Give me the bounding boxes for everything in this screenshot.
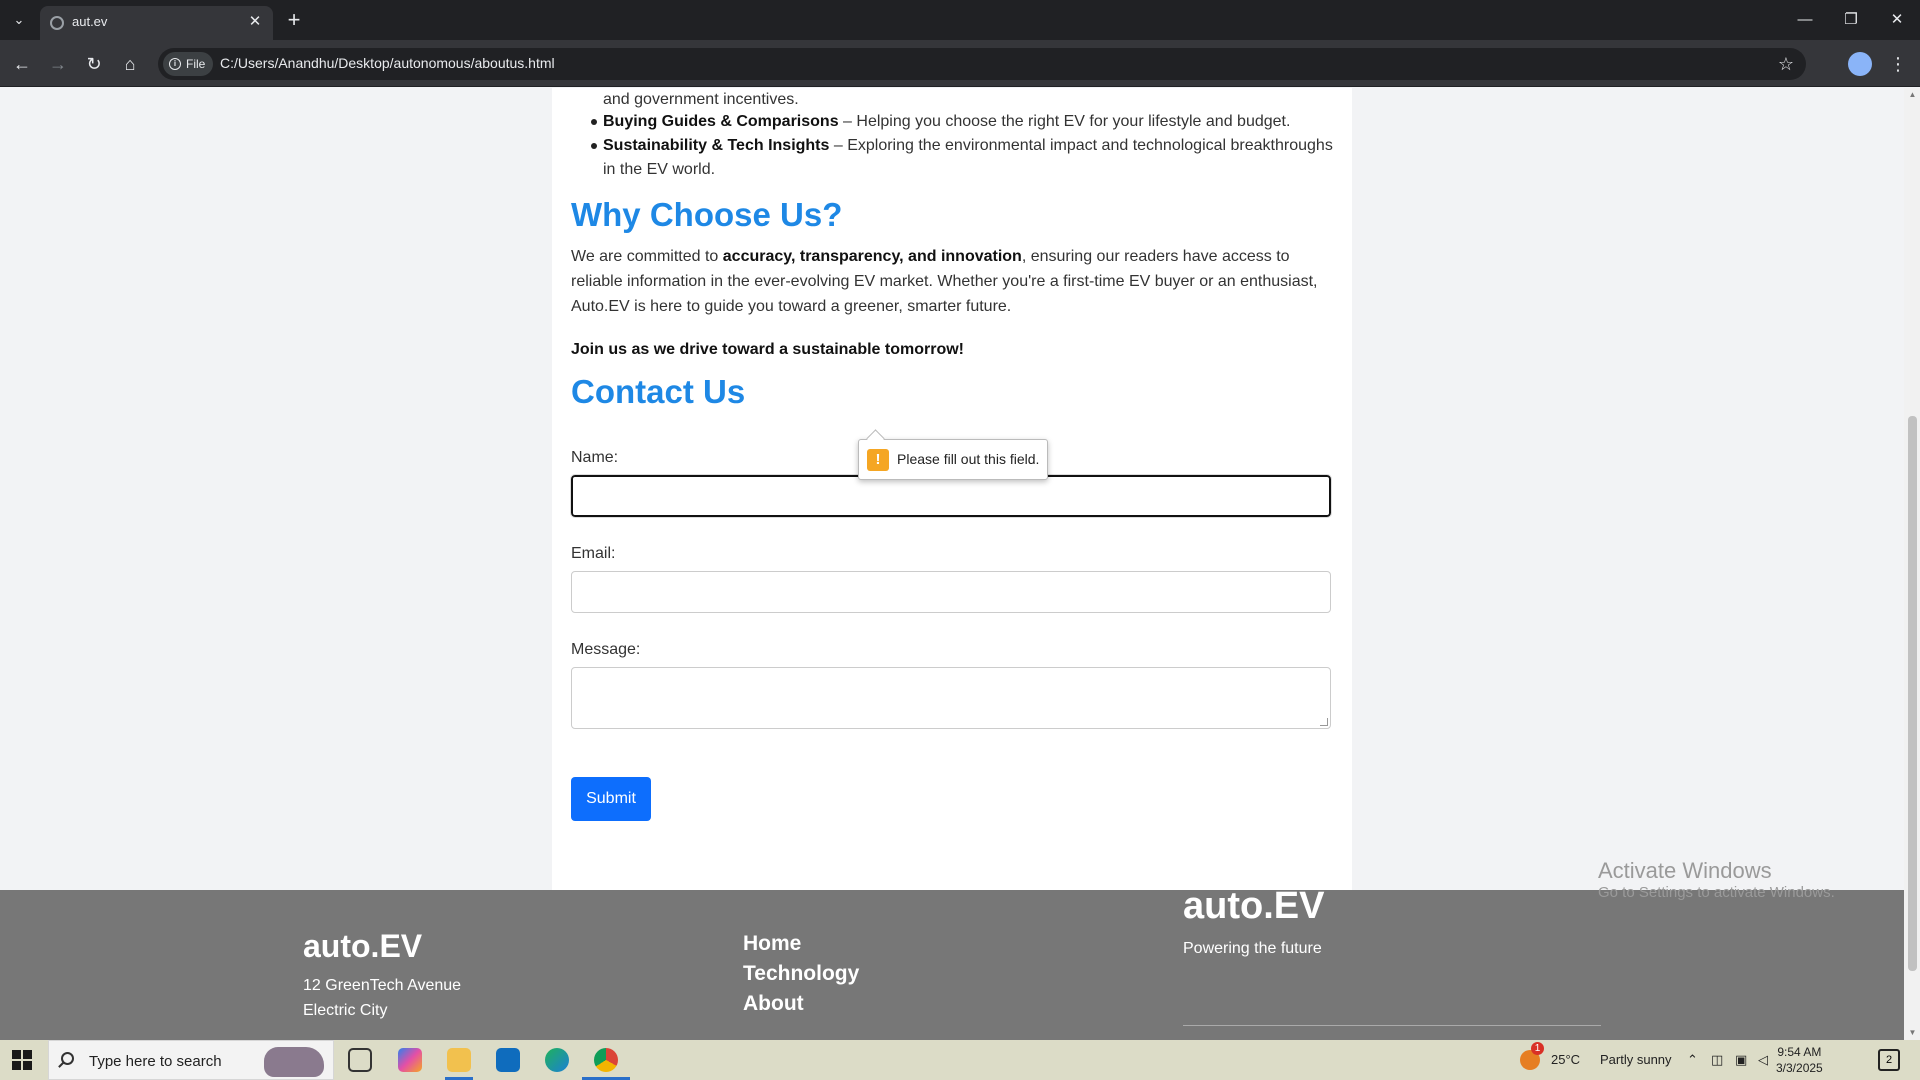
windows-taskbar: Type here to search 1 25°C Partly sunny … [0, 1040, 1920, 1080]
restore-button[interactable]: ❐ [1836, 8, 1866, 32]
scrollbar-thumb[interactable] [1908, 416, 1917, 971]
show-hidden-icons-icon[interactable]: ⌃ [1687, 1052, 1698, 1068]
footer-address-line2: Electric City [303, 1002, 388, 1019]
volume-icon[interactable]: ◁ [1758, 1052, 1768, 1068]
profile-avatar-icon[interactable] [1848, 52, 1872, 76]
why-choose-heading: Why Choose Us? [571, 196, 843, 233]
activate-windows-title: Activate Windows [1598, 858, 1772, 883]
list-item-text: – Exploring the environmental impact and… [829, 137, 1333, 154]
scroll-down-icon[interactable]: ▼ [1908, 1028, 1917, 1037]
validation-message: Please fill out this field. [897, 451, 1040, 467]
footer-brand-secondary: auto.EV [1183, 885, 1325, 927]
list-item-text: – Helping you choose the right EV for yo… [838, 113, 1291, 130]
windows-start-icon[interactable] [12, 1050, 32, 1070]
footer-tagline: Powering the future [1183, 940, 1322, 957]
list-item-continuation: and government incentives. [603, 91, 799, 108]
name-input[interactable] [570, 474, 1332, 518]
taskbar-clock[interactable]: 9:54 AM 3/3/2025 [1776, 1044, 1823, 1076]
info-icon: i [169, 58, 181, 70]
bullet-icon [591, 143, 597, 149]
edge-icon[interactable] [545, 1048, 569, 1072]
browser-toolbar: ← → ↻ ⌂ i File C:/Users/Anandhu/Desktop/… [0, 40, 1920, 87]
list-item-title: Sustainability & Tech Insights [603, 137, 830, 154]
search-placeholder: Type here to search [89, 1053, 222, 1070]
contact-heading: Contact Us [571, 373, 746, 410]
home-icon[interactable]: ⌂ [116, 50, 144, 78]
validation-tooltip: ! Please fill out this field. [858, 439, 1048, 480]
footer-address-line1: 12 GreenTech Avenue [303, 977, 462, 994]
minimize-button[interactable]: — [1790, 8, 1820, 32]
weather-temperature[interactable]: 25°C [1551, 1052, 1580, 1067]
clock-time: 9:54 AM [1777, 1045, 1822, 1059]
footer-brand: auto.EV [303, 928, 423, 964]
footer-link-home[interactable]: Home [743, 932, 801, 956]
file-chip-label: File [186, 57, 206, 71]
globe-icon [50, 16, 64, 30]
list-item-continuation: in the EV world. [603, 161, 716, 178]
browser-menu-icon[interactable]: ⋮ [1888, 50, 1908, 78]
tab-list-button[interactable]: ⌄ [8, 9, 30, 31]
close-window-button[interactable]: ✕ [1882, 8, 1912, 32]
active-tab[interactable]: aut.ev ✕ [40, 6, 273, 40]
taskbar-search-box[interactable]: Type here to search [48, 1040, 334, 1080]
file-explorer-icon[interactable] [447, 1048, 471, 1072]
chrome-icon[interactable] [594, 1048, 618, 1072]
weather-badge: 1 [1531, 1042, 1544, 1055]
why-paragraph-line1: We are committed to accuracy, transparen… [571, 244, 1290, 269]
new-tab-button[interactable]: + [282, 8, 306, 32]
bullet-icon [591, 119, 597, 125]
activate-windows-subtitle: Go to Settings to activate Windows. [1598, 884, 1835, 901]
url-text[interactable]: C:/Users/Anandhu/Desktop/autonomous/abou… [220, 55, 555, 71]
reload-icon[interactable]: ↻ [80, 50, 108, 78]
network-icon[interactable]: ▣ [1735, 1052, 1747, 1068]
copilot-icon[interactable] [398, 1048, 422, 1072]
name-label: Name: [571, 449, 619, 466]
email-label: Email: [571, 545, 616, 562]
task-view-icon[interactable] [348, 1048, 372, 1072]
footer-link-about[interactable]: About [743, 992, 804, 1016]
forward-icon[interactable]: → [44, 50, 72, 78]
search-icon [61, 1052, 74, 1065]
submit-button[interactable]: Submit [571, 777, 651, 821]
search-highlight-image [264, 1047, 324, 1077]
warning-icon: ! [867, 449, 889, 471]
bookmark-star-icon[interactable]: ☆ [1778, 52, 1794, 76]
tab-close-icon[interactable]: ✕ [245, 12, 265, 32]
footer-link-technology[interactable]: Technology [743, 962, 859, 986]
tab-title: aut.ev [72, 14, 108, 29]
list-item: Buying Guides & Comparisons – Helping yo… [603, 110, 1290, 134]
footer-divider [1183, 1025, 1601, 1026]
outlook-icon[interactable] [496, 1048, 520, 1072]
why-bold-text: accuracy, transparency, and innovation [722, 248, 1022, 265]
why-paragraph-line3: Auto.EV is here to guide you toward a gr… [571, 298, 1012, 315]
weather-description[interactable]: Partly sunny [1600, 1052, 1672, 1067]
message-label: Message: [571, 641, 641, 658]
list-item-title: Buying Guides & Comparisons [603, 113, 839, 130]
clock-date: 3/3/2025 [1776, 1061, 1823, 1075]
email-input[interactable] [571, 571, 1331, 613]
notifications-icon[interactable]: 2 [1878, 1049, 1900, 1071]
back-icon[interactable]: ← [8, 50, 36, 78]
site-footer: auto.EV 12 GreenTech Avenue Electric Cit… [0, 885, 1904, 1040]
why-text: , ensuring our readers have access to [1021, 248, 1290, 265]
why-text: We are committed to [571, 248, 723, 265]
meet-icon[interactable]: ◫ [1711, 1052, 1723, 1068]
scroll-up-icon[interactable]: ▲ [1908, 90, 1917, 99]
resize-handle-icon[interactable] [1320, 718, 1328, 726]
message-textarea[interactable] [571, 667, 1331, 729]
join-text: Join us as we drive toward a sustainable… [571, 341, 964, 358]
page-scrollbar[interactable]: ▲ ▼ [1904, 88, 1920, 1040]
address-bar[interactable]: i File C:/Users/Anandhu/Desktop/autonomo… [158, 48, 1806, 80]
site-info-chip[interactable]: i File [163, 52, 214, 76]
why-paragraph-line2: reliable information in the ever-evolvin… [571, 273, 1318, 290]
browser-titlebar: ⌄ aut.ev ✕ + — ❐ ✕ [0, 0, 1920, 40]
list-item: Sustainability & Tech Insights – Explori… [603, 134, 1333, 158]
